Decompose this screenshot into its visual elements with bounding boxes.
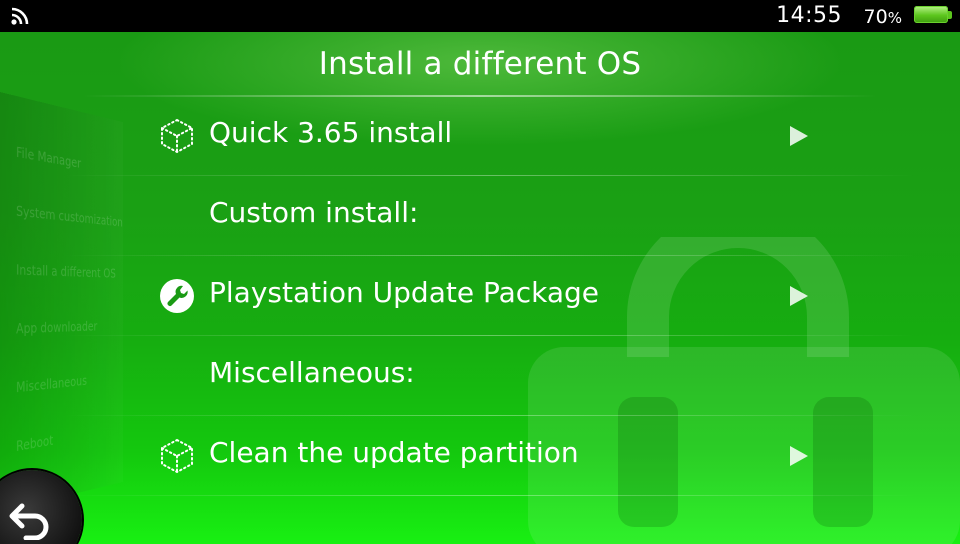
divider: [60, 495, 920, 496]
back-arrow-icon: [9, 503, 49, 540]
dotted-cube-icon: [161, 438, 193, 474]
section-header-label: Miscellaneous:: [209, 356, 415, 389]
menu-item-label: Quick 3.65 install: [209, 116, 453, 149]
menu-item-label: Clean the update partition: [209, 436, 579, 469]
section-header-custom-install: Custom install:: [0, 176, 960, 256]
page-title: Install a different OS: [318, 46, 642, 82]
wrench-icon: [160, 279, 194, 313]
battery-icon: [914, 6, 948, 23]
section-header-label: Custom install:: [209, 196, 419, 229]
chevron-right-icon: [790, 446, 808, 466]
chevron-right-icon: [790, 286, 808, 306]
main-screen: File Manager System customization Instal…: [0, 32, 960, 544]
wifi-icon: [11, 7, 29, 25]
chevron-right-icon: [790, 126, 808, 146]
menu-item-playstation-update-package[interactable]: Playstation Update Package: [0, 256, 960, 336]
status-bar: 14:55 70%: [0, 0, 960, 32]
battery-tip: [948, 11, 952, 19]
section-header-miscellaneous: Miscellaneous:: [0, 336, 960, 416]
dotted-cube-icon: [161, 118, 193, 154]
menu-item-clean-update-partition[interactable]: Clean the update partition: [0, 416, 960, 496]
menu-item-quick-install[interactable]: Quick 3.65 install: [0, 96, 960, 176]
battery-percent: 70%: [863, 6, 902, 28]
menu-item-label: Playstation Update Package: [209, 276, 600, 309]
clock: 14:55: [776, 3, 842, 28]
